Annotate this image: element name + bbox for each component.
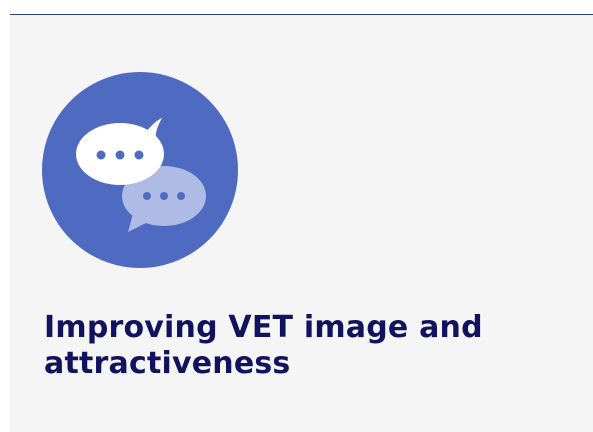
card-title[interactable]: Improving VET image and attractiveness — [44, 310, 564, 382]
topic-card[interactable]: Improving VET image and attractiveness — [10, 15, 593, 432]
chat-bubbles-icon — [42, 72, 238, 268]
